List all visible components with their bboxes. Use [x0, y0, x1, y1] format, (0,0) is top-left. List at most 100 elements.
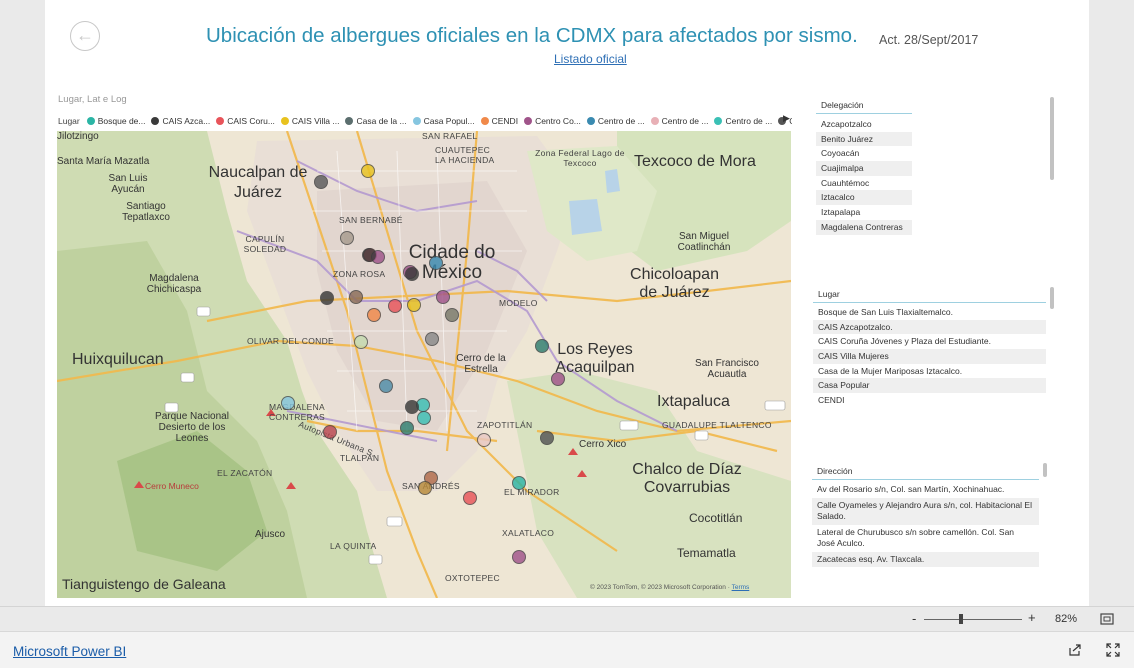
zoom-in-button[interactable]: + — [1028, 610, 1036, 625]
fullscreen-icon[interactable] — [1106, 643, 1120, 657]
slicer-lugar-item[interactable]: Casa de la Mujer Mariposas Iztacalco. — [813, 364, 1046, 379]
shelter-marker[interactable] — [340, 231, 354, 245]
label-zapotitlan: ZAPOTITLÁN — [477, 420, 533, 430]
share-icon[interactable] — [1068, 643, 1082, 657]
shelter-marker[interactable] — [477, 433, 491, 447]
slicer-direccion-item[interactable]: Zacatecas esq. Av. Tlaxcala. — [812, 551, 1039, 567]
slicer-lugar-scrollbar[interactable] — [1050, 287, 1054, 309]
legend-dot — [714, 117, 723, 125]
shelter-marker[interactable] — [405, 267, 419, 281]
shelter-marker[interactable] — [354, 335, 368, 349]
legend-item[interactable]: Centro de ... — [714, 116, 772, 126]
shelter-marker[interactable] — [388, 299, 402, 313]
shelter-marker[interactable] — [551, 372, 565, 386]
legend-item[interactable]: Casa Popul... — [412, 116, 475, 126]
shelter-marker[interactable] — [417, 411, 431, 425]
label-cerro-xico: Cerro Xico — [579, 439, 627, 450]
slicer-delegacion-item[interactable]: Magdalena Contreras — [816, 219, 912, 235]
slicer-direccion-item[interactable]: Av del Rosario s/n, Col. san Martín, Xoc… — [812, 482, 1039, 498]
shelter-marker[interactable] — [349, 290, 363, 304]
shelter-marker[interactable] — [436, 290, 450, 304]
slicer-delegacion-item[interactable]: Benito Juárez — [816, 131, 912, 147]
slicer-delegacion-item[interactable]: Iztacalco — [816, 190, 912, 206]
label-capulin: CAPULÍN SOLEDAD — [243, 234, 287, 254]
shelter-marker[interactable] — [445, 308, 459, 322]
legend-dot — [151, 117, 160, 125]
label-el-zacaton: EL ZACATÓN — [217, 468, 273, 478]
slicer-delegacion-item[interactable]: Coyoacán — [816, 146, 912, 161]
shelter-marker[interactable] — [425, 332, 439, 346]
label-cuautepec: CUAUTEPEC — [435, 145, 491, 155]
power-bi-link[interactable]: Microsoft Power BI — [13, 644, 126, 659]
slicer-delegacion-item[interactable]: Iztapalapa — [816, 205, 912, 220]
map-caption: Lugar, Lat e Log — [58, 94, 127, 105]
label-cerro-estrella: Cerro de la Estrella — [456, 353, 506, 375]
legend-item[interactable]: Casa de la ... — [345, 116, 407, 126]
zoom-slider-handle[interactable] — [959, 614, 963, 624]
slicer-delegacion-item[interactable]: Cuauhtémoc — [816, 176, 912, 191]
shelter-marker[interactable] — [314, 175, 328, 189]
label-magdalena: Magdalena Chichicaspa — [146, 273, 202, 295]
slicer-delegacion-scrollbar[interactable] — [1050, 97, 1054, 180]
legend-dot — [524, 117, 533, 125]
legend-next-arrow-icon[interactable]: ▶ — [783, 113, 790, 124]
legend-item[interactable]: CENDI — [480, 116, 518, 126]
slicer-lugar-item[interactable]: CENDI — [813, 393, 1046, 408]
back-arrow-icon[interactable]: ← — [70, 21, 100, 51]
legend-item[interactable]: Centro de ... — [650, 116, 708, 126]
slicer-delegacion-item[interactable]: Azcapotzalco — [816, 117, 912, 132]
slicer-delegacion-header: Delegación — [816, 100, 912, 114]
shelter-marker[interactable] — [320, 291, 334, 305]
shelter-marker[interactable] — [405, 400, 419, 414]
shelter-marker[interactable] — [367, 308, 381, 322]
slicer-direccion-scrollbar[interactable] — [1043, 463, 1047, 477]
legend-item[interactable]: Bosque de... — [86, 116, 145, 126]
label-parque: Parque Nacional Desierto de los Leones — [155, 411, 229, 444]
zoom-out-button[interactable]: - — [912, 611, 916, 626]
shelter-marker[interactable] — [362, 248, 376, 262]
shelter-marker[interactable] — [361, 164, 375, 178]
shelter-marker[interactable] — [323, 425, 337, 439]
slicer-lugar-item[interactable]: CAIS Villa Mujeres — [813, 349, 1046, 364]
shelter-marker[interactable] — [418, 481, 432, 495]
zoom-slider-track[interactable] — [924, 619, 1022, 620]
slicer-lugar-item[interactable]: Casa Popular — [813, 378, 1046, 394]
label-oxtotepec: OXTOTEPEC — [445, 573, 500, 583]
slicer-direccion-item[interactable]: Calle Oyameles y Alejandro Aura s/n, col… — [812, 497, 1039, 525]
shelter-marker[interactable] — [281, 396, 295, 410]
shelter-marker[interactable] — [512, 550, 526, 564]
shelter-marker[interactable] — [463, 491, 477, 505]
legend-item[interactable]: Centro de ... — [586, 116, 645, 126]
legend-item[interactable]: Centro Co... — [524, 116, 581, 126]
legend-label: Centro de ... — [725, 116, 773, 126]
slicer-lugar-item[interactable]: CAIS Azcapotzalco. — [813, 319, 1046, 335]
legend-label: CAIS Villa ... — [291, 116, 340, 126]
legend-item[interactable]: CAIS Coru... — [216, 116, 275, 126]
shelter-marker[interactable] — [379, 379, 393, 393]
zoom-level: 82% — [1055, 613, 1078, 625]
map-visual[interactable]: Jilotzingo Santa María Mazatla San Luis … — [57, 131, 791, 598]
shelter-marker[interactable] — [535, 339, 549, 353]
shelter-marker[interactable] — [400, 421, 414, 435]
slicer-delegacion-item[interactable]: Cuajimalpa — [816, 161, 912, 176]
footer-bar — [0, 631, 1134, 668]
label-xalatlaco: XALATLACO — [502, 528, 555, 538]
shelter-marker[interactable] — [540, 431, 554, 445]
legend-dot — [650, 117, 659, 125]
legend-title: Lugar — [58, 116, 80, 126]
slicer-lugar-item[interactable]: Bosque de San Luis Tlaxialtemalco. — [813, 305, 1046, 320]
fit-to-page-icon[interactable] — [1100, 613, 1114, 625]
shelter-marker[interactable] — [429, 256, 443, 270]
zoom-bar: - + 82% — [0, 606, 1134, 632]
legend-dot — [216, 117, 225, 125]
legend-item[interactable]: CAIS Azca... — [151, 116, 210, 126]
shelter-marker[interactable] — [512, 476, 526, 490]
label-san-francisco: San Francisco Acuautla — [695, 358, 759, 380]
slicer-direccion-item[interactable]: Lateral de Churubusco s/n sobre camellón… — [812, 525, 1039, 552]
slicer-delegacion: Delegación Azcapotzalco Benito Juárez Coyo… — [816, 100, 912, 235]
terms-link[interactable]: Terms — [732, 584, 750, 591]
slicer-lugar-item[interactable]: CAIS Coruña Jóvenes y Plaza del Estudian… — [813, 334, 1046, 349]
shelter-marker[interactable] — [407, 298, 421, 312]
legend-item[interactable]: CAIS Villa ... — [280, 116, 340, 126]
official-list-link[interactable]: Listado oficial — [554, 52, 627, 66]
